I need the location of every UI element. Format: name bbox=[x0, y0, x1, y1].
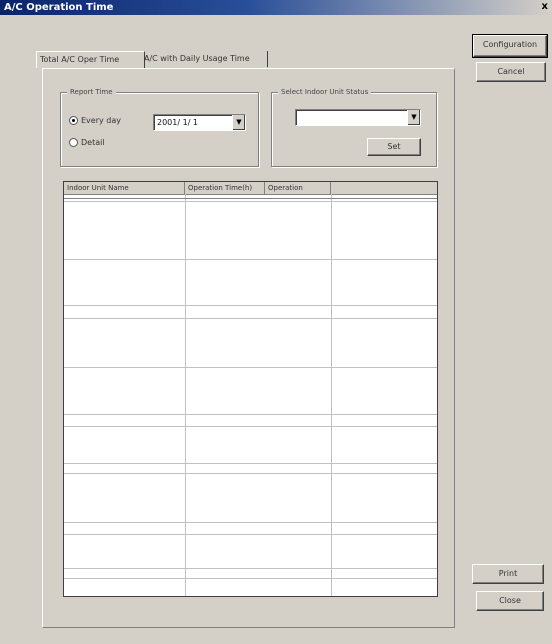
report-time-group: Report Time Every day Detail 2001/ 1/ 1 … bbox=[60, 87, 259, 167]
row-divider bbox=[64, 578, 437, 579]
unit-status-group: Select Indoor Unit Status ▼ Set bbox=[271, 87, 437, 167]
unit-status-legend: Select Indoor Unit Status bbox=[278, 87, 372, 97]
row-divider bbox=[64, 414, 437, 415]
every-day-radio[interactable]: Every day bbox=[69, 115, 121, 127]
row-divider bbox=[64, 522, 437, 523]
tab-daily-usage-time[interactable]: A/C with Daily Usage Time bbox=[141, 51, 268, 67]
table-header: Indoor Unit Name Operation Time(h) Opera… bbox=[64, 182, 437, 195]
set-button[interactable]: Set bbox=[367, 138, 421, 156]
column-divider bbox=[185, 194, 186, 596]
column-header[interactable]: Operation Time(h) bbox=[185, 182, 265, 194]
cancel-button[interactable]: Cancel bbox=[476, 62, 546, 82]
row-divider bbox=[64, 534, 437, 535]
column-header[interactable]: Operation bbox=[265, 182, 331, 194]
row-divider bbox=[64, 367, 437, 368]
chevron-down-icon[interactable]: ▼ bbox=[232, 115, 245, 130]
every-day-label: Every day bbox=[81, 116, 121, 125]
title-bar[interactable]: A/C Operation Time x bbox=[0, 0, 552, 15]
row-divider bbox=[64, 201, 437, 202]
row-divider bbox=[64, 259, 437, 260]
row-divider bbox=[64, 198, 437, 199]
report-time-legend: Report Time bbox=[67, 87, 116, 97]
chevron-down-icon[interactable]: ▼ bbox=[407, 110, 420, 125]
detail-label: Detail bbox=[81, 138, 105, 147]
close-icon[interactable]: x bbox=[542, 0, 548, 13]
report-date-combo[interactable]: 2001/ 1/ 1 ▼ bbox=[153, 114, 246, 131]
row-divider bbox=[64, 426, 437, 427]
close-button[interactable]: Close bbox=[476, 591, 544, 611]
unit-status-combo[interactable]: ▼ bbox=[295, 109, 421, 126]
radio-unselected-icon bbox=[69, 138, 78, 147]
tab-total-ac-oper-time[interactable]: Total A/C Oper Time bbox=[36, 51, 145, 68]
print-button[interactable]: Print bbox=[472, 564, 544, 584]
report-date-value: 2001/ 1/ 1 bbox=[157, 118, 199, 127]
row-divider bbox=[64, 473, 437, 474]
radio-selected-icon bbox=[69, 116, 78, 125]
window: A/C Operation Time x Configuration Cance… bbox=[0, 0, 552, 644]
row-divider bbox=[64, 305, 437, 306]
configuration-button[interactable]: Configuration bbox=[472, 34, 548, 58]
operation-time-table[interactable]: Indoor Unit Name Operation Time(h) Opera… bbox=[63, 181, 438, 597]
row-divider bbox=[64, 463, 437, 464]
row-divider bbox=[64, 568, 437, 569]
column-divider bbox=[331, 194, 332, 596]
column-header[interactable]: Indoor Unit Name bbox=[64, 182, 185, 194]
window-title: A/C Operation Time bbox=[4, 2, 114, 13]
row-divider bbox=[64, 318, 437, 319]
detail-radio[interactable]: Detail bbox=[69, 137, 105, 149]
